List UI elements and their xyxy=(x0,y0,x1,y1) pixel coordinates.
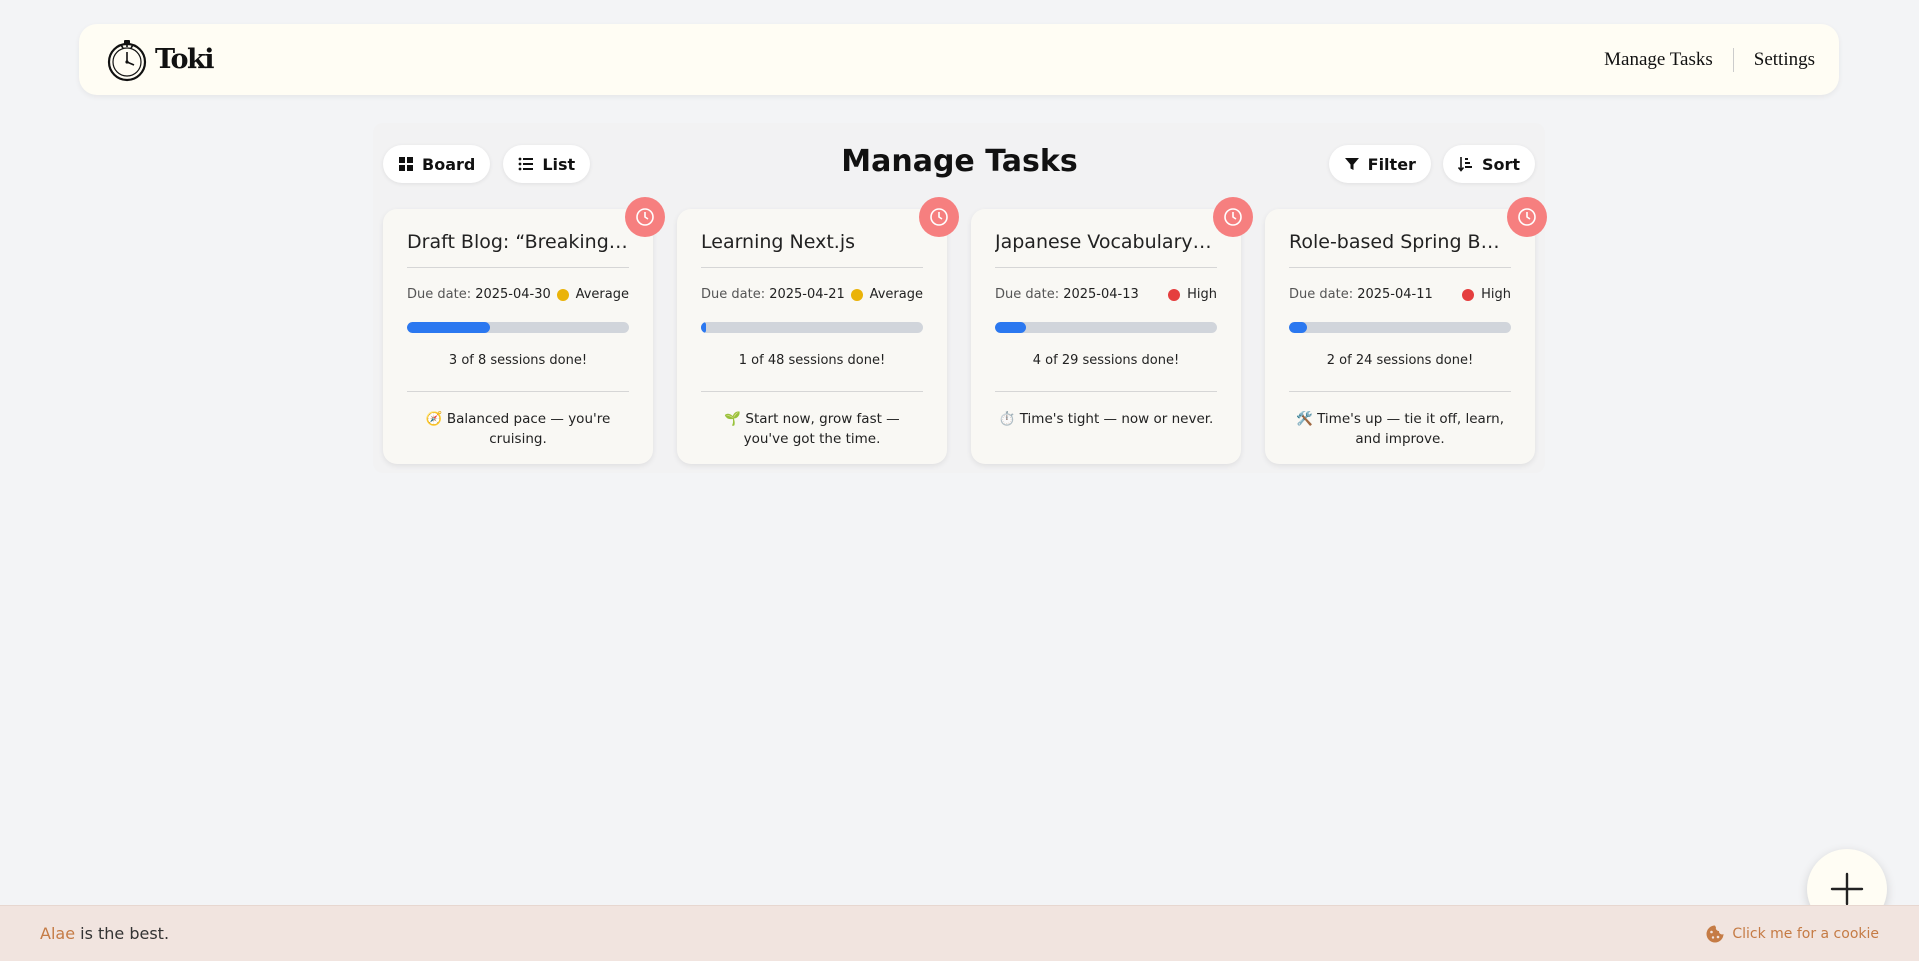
filter-button[interactable]: Filter xyxy=(1328,145,1431,183)
priority-dot xyxy=(1462,288,1475,301)
due-date: Due date: 2025-04-13 xyxy=(995,287,1139,302)
plus-icon xyxy=(1830,872,1864,906)
priority-dot xyxy=(850,288,863,301)
filter-sort-controls: Filter Sort xyxy=(1328,145,1535,183)
priority-badge: High xyxy=(1168,287,1217,302)
start-timer-button[interactable] xyxy=(625,197,665,237)
priority-label: Average xyxy=(575,287,629,302)
stopwatch-icon xyxy=(107,39,147,81)
priority-badge: Average xyxy=(850,287,923,302)
task-meta: Due date: 2025-04-21 Average xyxy=(701,287,923,302)
footer-bar: Alae is the best. Click me for a cookie xyxy=(0,905,1919,961)
start-timer-button[interactable] xyxy=(1213,197,1253,237)
main-nav: Manage Tasks Settings xyxy=(1584,47,1815,72)
priority-label: High xyxy=(1187,287,1217,302)
sessions-count: 3 of 8 sessions done! xyxy=(448,353,588,368)
sort-icon xyxy=(1457,157,1472,172)
card-divider xyxy=(1289,391,1511,392)
priority-label: Average xyxy=(869,287,923,302)
due-date-value: 2025-04-30 xyxy=(475,287,551,302)
due-date-label: Due date: xyxy=(995,287,1060,302)
task-card[interactable]: Role-based Spring Bo… Due date: 2025-04-… xyxy=(1265,197,1547,464)
due-date-label: Due date: xyxy=(1289,287,1354,302)
task-board: Draft Blog: “Breaking… Due date: 2025-04… xyxy=(383,197,1547,464)
start-timer-button[interactable] xyxy=(1507,197,1547,237)
due-date-value: 2025-04-21 xyxy=(769,287,845,302)
priority-badge: Average xyxy=(556,287,629,302)
task-title: Learning Next.js xyxy=(701,231,923,268)
filter-icon xyxy=(1344,158,1359,170)
clock-icon xyxy=(636,208,654,226)
task-card[interactable]: Learning Next.js Due date: 2025-04-21 Av… xyxy=(677,197,959,464)
footer-text: is the best. xyxy=(75,924,170,943)
nav-manage-tasks[interactable]: Manage Tasks xyxy=(1584,49,1733,71)
task-card[interactable]: Draft Blog: “Breaking… Due date: 2025-04… xyxy=(383,197,665,464)
priority-label: High xyxy=(1481,287,1511,302)
due-date: Due date: 2025-04-21 xyxy=(701,287,845,302)
progress-bar xyxy=(995,322,1217,333)
task-meta: Due date: 2025-04-11 High xyxy=(1289,287,1511,302)
priority-dot xyxy=(1168,288,1181,301)
due-date-label: Due date: xyxy=(407,287,472,302)
motivation-text: 🧭 Balanced pace — you're cruising. xyxy=(425,411,611,447)
progress-fill xyxy=(1289,322,1308,333)
task-meta: Due date: 2025-04-13 High xyxy=(995,287,1217,302)
due-date: Due date: 2025-04-30 xyxy=(407,287,551,302)
sort-button[interactable]: Sort xyxy=(1442,145,1535,183)
progress-bar xyxy=(407,322,629,333)
clock-icon xyxy=(1224,208,1242,226)
task-meta: Due date: 2025-04-30 Average xyxy=(407,287,629,302)
page-title: Manage Tasks xyxy=(841,144,1078,179)
top-navbar: Toki Manage Tasks Settings xyxy=(79,24,1839,95)
due-date-value: 2025-04-13 xyxy=(1063,287,1139,302)
sessions-count: 1 of 48 sessions done! xyxy=(738,353,886,368)
progress-fill xyxy=(407,322,491,333)
task-title: Japanese Vocabulary … xyxy=(995,231,1217,268)
brand-logo[interactable]: Toki xyxy=(105,38,214,82)
clock-icon xyxy=(930,208,948,226)
progress-bar xyxy=(701,322,923,333)
brand-name: Toki xyxy=(155,44,214,75)
start-timer-button[interactable] xyxy=(919,197,959,237)
progress-fill xyxy=(701,322,706,333)
task-title: Role-based Spring Bo… xyxy=(1289,231,1511,268)
card-divider xyxy=(701,391,923,392)
priority-badge: High xyxy=(1462,287,1511,302)
sessions-count: 4 of 29 sessions done! xyxy=(1032,353,1180,368)
task-card[interactable]: Japanese Vocabulary … Due date: 2025-04-… xyxy=(971,197,1253,464)
progress-bar xyxy=(1289,322,1511,333)
clock-icon xyxy=(1518,208,1536,226)
card-divider xyxy=(407,391,629,392)
nav-settings[interactable]: Settings xyxy=(1734,49,1815,71)
priority-dot xyxy=(556,288,569,301)
footer-message: Alae is the best. xyxy=(40,924,169,943)
cookie-label: Click me for a cookie xyxy=(1732,925,1879,942)
cookie-icon xyxy=(1706,925,1724,942)
cookie-button[interactable]: Click me for a cookie xyxy=(1705,924,1879,944)
motivation-text: 🌱 Start now, grow fast — you've got the … xyxy=(724,411,900,447)
sessions-count: 2 of 24 sessions done! xyxy=(1326,353,1474,368)
motivation-text: ⏱️ Time's tight — now or never. xyxy=(998,411,1214,427)
card-divider xyxy=(995,391,1217,392)
progress-fill xyxy=(995,322,1026,333)
motivation-text: 🛠️ Time's up — tie it off, learn, and im… xyxy=(1296,411,1504,447)
sort-label: Sort xyxy=(1481,154,1520,174)
filter-label: Filter xyxy=(1367,154,1416,174)
author-name[interactable]: Alae xyxy=(40,924,75,943)
due-date: Due date: 2025-04-11 xyxy=(1289,287,1433,302)
due-date-label: Due date: xyxy=(701,287,766,302)
task-title: Draft Blog: “Breaking… xyxy=(407,231,629,268)
due-date-value: 2025-04-11 xyxy=(1357,287,1433,302)
